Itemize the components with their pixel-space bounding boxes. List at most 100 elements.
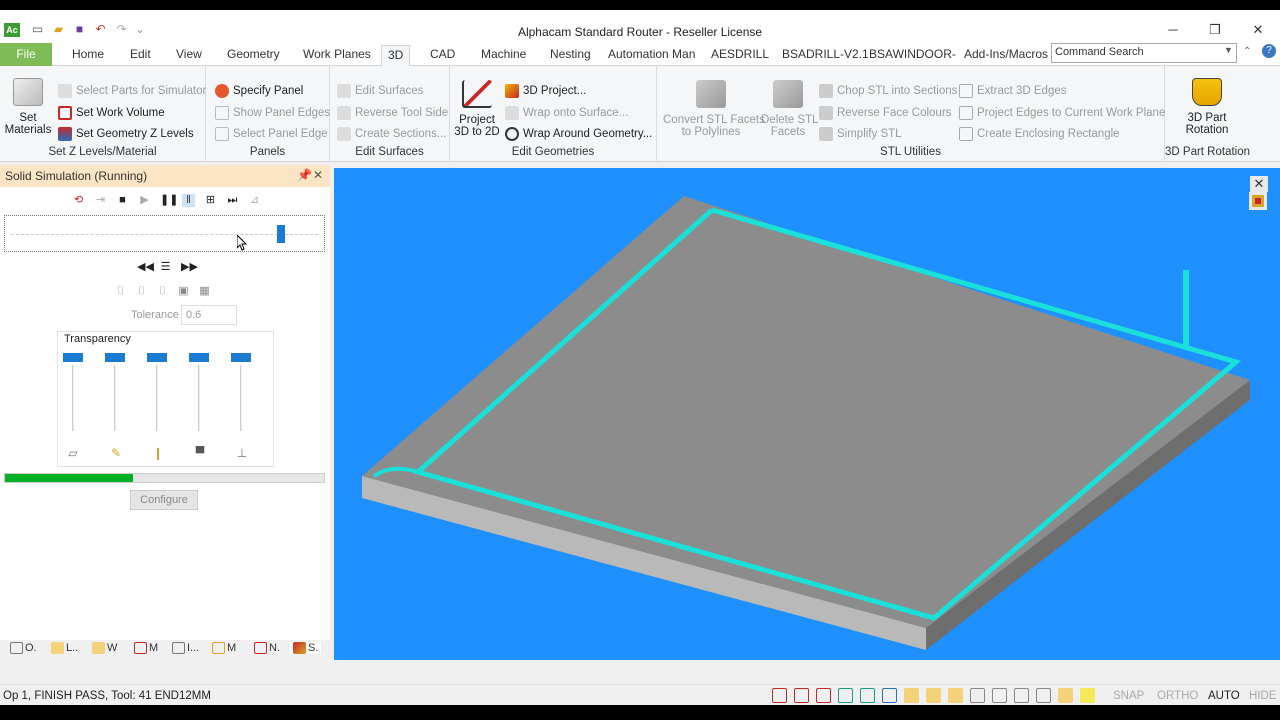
viewport-simulation-icon[interactable] [1249,192,1267,210]
tab-bsadrill[interactable]: BSADRILL-V2.1 [776,45,875,66]
tab-work-planes[interactable]: Work Planes [297,45,377,66]
close-viewport-icon[interactable]: ✕ [1250,176,1268,192]
specify-panel-button[interactable]: Specify Panel [215,84,303,98]
project-3d-to-2d-button[interactable]: Project 3D to 2D [454,80,500,138]
slider-thumb[interactable] [147,353,167,362]
transparency-slider-stock[interactable] [63,353,83,433]
view-plane4-icon[interactable] [1036,688,1051,703]
set-geometry-z-levels-button[interactable]: Set Geometry Z Levels [58,127,194,141]
slider-thumb[interactable] [63,353,83,362]
command-search-input[interactable]: Command Search [1051,43,1237,63]
tab-3d[interactable]: 3D [381,45,411,67]
tolerance-input[interactable]: 0.6 [181,305,237,325]
camera-icon[interactable]: ⌷ [114,285,127,298]
play-icon[interactable]: ▶ [138,194,151,207]
grid-icon[interactable]: ▦ [198,285,211,298]
tab-edit[interactable]: Edit [124,45,157,66]
select-parts-simulator-button[interactable]: Select Parts for Simulator [58,84,206,98]
slider-thumb[interactable] [189,353,209,362]
tab-addins-macros[interactable]: Add-Ins/Macros [958,45,1054,66]
view-top-icon[interactable] [904,688,919,703]
tab-automation[interactable]: Automation Man [602,45,701,66]
panel-tab-info[interactable]: I... [172,642,199,654]
convert-stl-facets-button[interactable]: Convert STL Facets to Polylines [663,80,765,138]
tab-file[interactable]: File [0,43,52,66]
slider-thumb[interactable] [105,353,125,362]
stop-icon[interactable]: ■ [116,194,129,207]
delete-stl-facets-button[interactable]: Delete STL Facets [761,80,819,138]
next-op-icon[interactable]: ⊞ [204,194,217,207]
tool-view-icon[interactable]: ǁ [182,194,195,207]
configure-button[interactable]: Configure [130,490,198,510]
create-enclosing-rectangle-button[interactable]: Create Enclosing Rectangle [959,127,1120,141]
view-plane2-icon[interactable] [992,688,1007,703]
3d-project-button[interactable]: 3D Project... [505,84,586,98]
reverse-face-colours-button[interactable]: Reverse Face Colours [819,106,951,120]
step-icon[interactable]: ⇥ [94,194,107,207]
end-icon[interactable]: ⏭ [226,194,239,207]
view-front-icon[interactable] [794,688,809,703]
transparency-slider-toolpath[interactable] [105,353,125,433]
view-iso-icon[interactable] [772,688,787,703]
tab-view[interactable]: View [170,45,208,66]
wrap-onto-surface-button[interactable]: Wrap onto Surface... [505,106,628,120]
hide-indicator[interactable]: HIDE [1249,690,1276,702]
view-back-icon[interactable] [948,688,963,703]
3d-part-rotation-button[interactable]: 3D Part Rotation [1180,78,1234,136]
extract-3d-edges-button[interactable]: Extract 3D Edges [959,84,1066,98]
transparency-slider-holder[interactable] [189,353,209,433]
tab-bsawindoor[interactable]: BSAWINDOOR-V5 [863,45,959,66]
chop-stl-button[interactable]: Chop STL into Sections [819,84,957,98]
panel-tab-machine[interactable]: M [134,642,158,654]
project-edges-button[interactable]: Project Edges to Current Work Plane [959,106,1165,120]
transparency-slider-fixture[interactable] [231,353,251,433]
tab-machine[interactable]: Machine [475,45,532,66]
tab-home[interactable]: Home [66,45,110,66]
slider-thumb[interactable] [231,353,251,362]
view-up-icon[interactable] [882,688,897,703]
panel-tab-operations[interactable]: O. [10,642,37,654]
edit-surfaces-button[interactable]: Edit Surfaces [337,84,423,98]
wrap-around-geometry-button[interactable]: Wrap Around Geometry... [505,127,652,141]
view-icon[interactable]: ⌷ [156,285,169,298]
view-fit-icon[interactable] [816,688,831,703]
highlight-icon[interactable] [1080,688,1095,703]
origin-icon[interactable] [1058,688,1073,703]
minimize-button[interactable]: ─ [1163,22,1183,38]
ortho-indicator[interactable]: ORTHO [1157,690,1198,702]
panel-tab-nesting[interactable]: N. [254,642,280,654]
slider-thumb[interactable] [277,225,286,243]
stop-playback-icon[interactable]: ☰ [159,261,172,274]
close-panel-icon[interactable]: ✕ [313,168,323,182]
restore-button[interactable]: ❐ [1205,22,1225,38]
measure-icon[interactable]: ⊿ [248,194,261,207]
set-work-volume-button[interactable]: Set Work Volume [58,106,165,120]
save-snapshot-icon[interactable]: ▣ [177,285,190,298]
auto-indicator[interactable]: AUTO [1208,690,1240,702]
tab-nesting[interactable]: Nesting [544,45,597,66]
simplify-stl-button[interactable]: Simplify STL [819,127,902,141]
transparency-slider-tool[interactable] [147,353,167,433]
snap-indicator[interactable]: SNAP [1113,690,1144,702]
pin-icon[interactable]: 📌 [297,168,312,182]
3d-viewport[interactable] [334,168,1280,660]
fast-forward-icon[interactable]: ▶▶ [181,261,198,274]
view-axis-icon[interactable] [838,688,853,703]
help-icon[interactable]: ? [1262,44,1276,58]
reverse-tool-side-button[interactable]: Reverse Tool Side [337,106,448,120]
select-panel-edge-button[interactable]: Select Panel Edge [215,127,328,141]
tab-geometry[interactable]: Geometry [221,45,286,66]
restart-sim-icon[interactable]: ⟲ [72,194,85,207]
close-window-button[interactable]: ✕ [1248,22,1268,38]
tab-cad[interactable]: CAD [424,45,461,66]
compare-icon[interactable]: ⌷ [135,285,148,298]
set-materials-button[interactable]: Set Materials [4,78,52,136]
panel-tab-layers[interactable]: L.. [51,642,78,654]
pause-icon[interactable]: ❚❚ [160,194,178,207]
chevron-down-icon[interactable]: ▼ [1224,45,1233,55]
tab-aesdrill[interactable]: AESDRILL [705,45,775,66]
view-plane3-icon[interactable] [1014,688,1029,703]
view-side-icon[interactable] [926,688,941,703]
collapse-ribbon-icon[interactable]: ⌃ [1243,46,1251,57]
rewind-icon[interactable]: ◀◀ [137,261,154,274]
